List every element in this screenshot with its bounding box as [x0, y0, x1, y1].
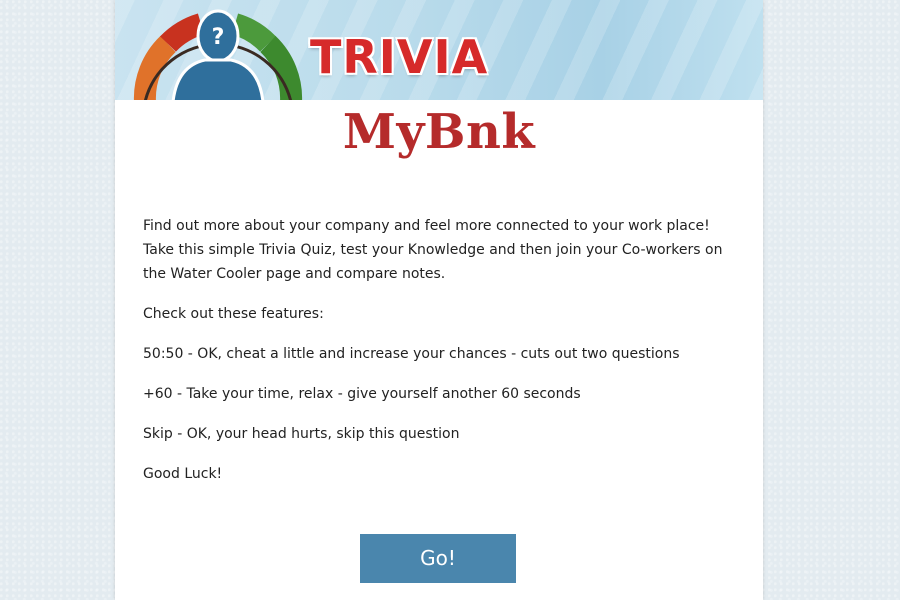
svg-text:?: ? [212, 25, 225, 50]
feature-item-plus60: +60 - Take your time, relax - give yours… [143, 386, 581, 402]
trivia-title: TRIVIA [310, 30, 489, 84]
feature-item-5050: 50:50 - OK, cheat a little and increase … [143, 346, 680, 362]
go-button[interactable]: Go! [360, 534, 516, 583]
company-name: MyBnk [342, 104, 536, 160]
quiz-card: ? TRIVIA MyBnk Find out more about your … [115, 0, 763, 600]
person-question-gauge-icon: ? [133, 9, 303, 100]
header-banner: ? TRIVIA [115, 0, 763, 100]
features-heading: Check out these features: [143, 306, 324, 322]
intro-text: Find out more about your company and fee… [143, 218, 723, 282]
feature-item-skip: Skip - OK, your head hurts, skip this qu… [143, 426, 460, 442]
closing-text: Good Luck! [143, 466, 223, 482]
instructions: Find out more about your company and fee… [143, 214, 743, 502]
